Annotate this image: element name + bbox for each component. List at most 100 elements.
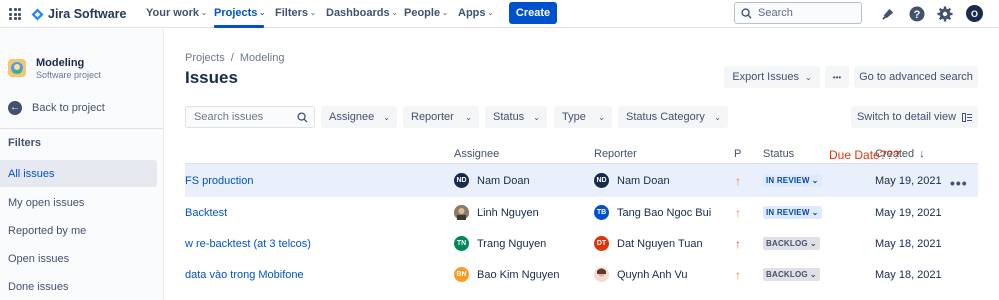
- priority-high-icon: ↑: [735, 267, 741, 282]
- chevron-down-icon: ⌄: [487, 10, 494, 17]
- reporter-name: Quynh Anh Vu: [617, 268, 688, 281]
- status-badge[interactable]: IN REVIEW ⌄: [763, 206, 822, 219]
- issue-summary[interactable]: FS production: [185, 164, 253, 197]
- issue-summary[interactable]: data vào trong Mobifone: [185, 258, 304, 291]
- chevron-down-icon: ⌄: [442, 10, 448, 17]
- chevron-down-icon: ⌄: [465, 112, 472, 122]
- table-row[interactable]: w re-backtest (at 3 telcos) TN Trang Ngu…: [185, 227, 978, 260]
- issue-summary[interactable]: w re-backtest (at 3 telcos): [185, 227, 311, 260]
- nav-people[interactable]: People ⌄: [404, 7, 448, 19]
- avatar: TN: [454, 236, 469, 251]
- status-badge[interactable]: IN REVIEW ⌄: [763, 174, 822, 187]
- assignee-name: Linh Nguyen: [477, 206, 539, 219]
- advanced-search-button[interactable]: Go to advanced search: [854, 66, 978, 88]
- column-header-reporter[interactable]: Reporter: [594, 148, 637, 160]
- search-icon: [741, 7, 752, 19]
- page-title: Issues: [185, 68, 238, 87]
- project-avatar: [8, 59, 26, 77]
- status-cell[interactable]: BACKLOG ⌄: [763, 227, 820, 260]
- reporter-cell: Quynh Anh Vu: [594, 258, 688, 291]
- chevron-down-icon: ⌄: [809, 270, 817, 279]
- sidebar-item-my-open-issues[interactable]: My open issues: [0, 189, 157, 216]
- assignee-cell: ND Nam Doan: [454, 164, 530, 197]
- global-search-input[interactable]: [758, 7, 848, 19]
- table-row[interactable]: data vào trong Mobifone BN Bao Kim Nguye…: [185, 258, 978, 291]
- project-name[interactable]: Modeling: [36, 57, 84, 69]
- reporter-filter[interactable]: Reporter ⌄: [403, 106, 479, 128]
- status-cell[interactable]: BACKLOG ⌄: [763, 258, 820, 291]
- brand-name: Jira Software: [48, 7, 127, 21]
- handwritten-annotation: Due Date???: [829, 148, 900, 162]
- project-type: Software project: [36, 70, 102, 80]
- breadcrumb: Projects / Modeling: [185, 52, 284, 64]
- assignee-name: Nam Doan: [477, 174, 530, 187]
- jira-logo-icon: [31, 7, 44, 21]
- assignee-cell: Linh Nguyen: [454, 196, 539, 229]
- row-actions-icon[interactable]: •••: [950, 175, 968, 191]
- help-icon[interactable]: ?: [908, 5, 925, 22]
- avatar-photo-icon: [454, 205, 469, 220]
- chevron-down-icon: ⌄: [391, 10, 398, 17]
- filter-label: Assignee: [329, 111, 375, 123]
- created-date: May 19, 2021: [875, 206, 942, 219]
- column-header-status[interactable]: Status: [763, 148, 794, 160]
- chevron-down-icon: ⌄: [259, 10, 266, 17]
- status-text: BACKLOG: [766, 239, 808, 248]
- sidebar-item-open-issues[interactable]: Open issues: [0, 245, 157, 272]
- nav-label: Dashboards: [326, 7, 390, 19]
- global-search[interactable]: [734, 2, 862, 24]
- back-to-project-link[interactable]: ← Back to project: [8, 101, 105, 115]
- status-badge[interactable]: BACKLOG ⌄: [763, 268, 820, 281]
- svg-text:?: ?: [913, 9, 920, 21]
- jira-logo[interactable]: Jira Software: [31, 6, 127, 22]
- column-header-priority[interactable]: P: [734, 148, 741, 160]
- switch-view-button[interactable]: Switch to detail view: [851, 106, 978, 128]
- avatar-photo-icon: [594, 267, 609, 282]
- reporter-name: Dat Nguyen Tuan: [617, 237, 703, 250]
- notifications-icon[interactable]: [880, 5, 897, 22]
- breadcrumb-modeling[interactable]: Modeling: [240, 52, 285, 64]
- nav-projects[interactable]: Projects ⌄: [214, 7, 265, 19]
- chevron-down-icon: ⌄: [200, 10, 207, 17]
- nav-filters[interactable]: Filters ⌄: [275, 7, 316, 19]
- search-icon: [297, 111, 308, 123]
- created-date: May 18, 2021: [875, 237, 942, 250]
- arrow-left-icon: ←: [8, 101, 22, 115]
- issue-summary[interactable]: Backtest: [185, 196, 227, 229]
- status-category-filter[interactable]: Status Category ⌄: [618, 106, 728, 128]
- nav-your-work[interactable]: Your work ⌄: [146, 7, 207, 19]
- type-filter[interactable]: Type ⌄: [554, 106, 612, 128]
- export-label: Export Issues: [732, 71, 799, 83]
- issue-search-field[interactable]: [185, 106, 315, 128]
- column-header-assignee[interactable]: Assignee: [454, 148, 499, 160]
- assignee-filter[interactable]: Assignee ⌄: [321, 106, 397, 128]
- table-row[interactable]: FS production ND Nam Doan ND Nam Doan ↑ …: [185, 164, 978, 197]
- chevron-down-icon: ⌄: [809, 239, 817, 248]
- more-actions-button[interactable]: •••: [825, 66, 849, 88]
- settings-gear-icon[interactable]: [936, 5, 953, 22]
- switch-view-label: Switch to detail view: [856, 111, 957, 123]
- issue-search-input[interactable]: [194, 111, 294, 123]
- nav-label: Projects: [214, 7, 258, 19]
- filter-label: Type: [562, 111, 586, 123]
- sidebar-divider: [0, 128, 163, 129]
- filter-label: Reporter: [411, 111, 454, 123]
- chevron-down-icon: ⌄: [598, 112, 605, 122]
- app-switcher-icon[interactable]: [9, 8, 21, 20]
- nav-dashboards[interactable]: Dashboards ⌄: [326, 7, 397, 19]
- status-badge[interactable]: BACKLOG ⌄: [763, 237, 820, 250]
- status-filter[interactable]: Status ⌄: [485, 106, 547, 128]
- status-cell[interactable]: IN REVIEW ⌄: [763, 196, 822, 229]
- user-avatar[interactable]: O: [966, 5, 983, 22]
- create-button[interactable]: Create: [509, 2, 557, 24]
- nav-apps[interactable]: Apps ⌄: [458, 7, 493, 19]
- avatar: [454, 205, 469, 220]
- status-cell[interactable]: IN REVIEW ⌄: [763, 164, 822, 197]
- breadcrumb-projects[interactable]: Projects: [185, 52, 225, 64]
- sidebar-item-done-issues[interactable]: Done issues: [0, 273, 157, 300]
- sidebar-item-all-issues[interactable]: All issues: [0, 160, 157, 187]
- table-row[interactable]: Backtest Linh Nguyen TB Tang Bao Ngoc Bu…: [185, 196, 978, 229]
- priority-high-icon: ↑: [735, 205, 741, 220]
- sidebar-item-reported-by-me[interactable]: Reported by me: [0, 217, 157, 244]
- export-issues-button[interactable]: Export Issues ⌄: [724, 66, 820, 88]
